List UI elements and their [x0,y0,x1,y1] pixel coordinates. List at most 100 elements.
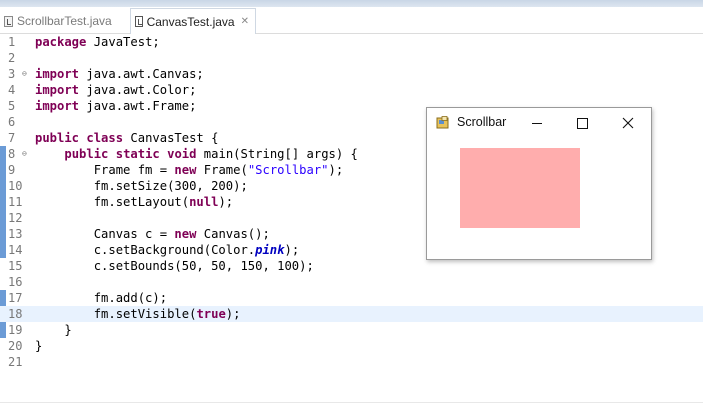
code-line[interactable]: 1 package JavaTest; [0,34,703,50]
code-text: fm.setVisible(true); [35,306,241,322]
code-text: fm.setSize(300, 200); [35,178,248,194]
fold-toggle-icon[interactable]: ⊖ [22,66,27,82]
tab-label: CanvasTest.java [146,14,235,29]
code-text: import java.awt.Color; [35,82,196,98]
editor-tab-bar: ScrollbarTest.java CanvasTest.java ✕ [0,7,703,34]
code-token: new [174,227,197,241]
code-line[interactable]: 2 [0,50,703,66]
tab-label: ScrollbarTest.java [17,14,112,28]
close-icon [622,117,634,129]
code-token: public [64,147,109,161]
code-token: c.setBounds(50, 50, 150, 100); [35,259,314,273]
line-number: 17 [8,291,23,305]
code-token: java.awt.Canvas; [79,67,204,81]
frame-window-scrollbar[interactable]: Scrollbar [426,107,652,260]
code-text: fm.setLayout(null); [35,194,233,210]
code-token: fm.setLayout( [35,195,190,209]
code-token: ); [328,163,344,177]
fold-toggle-icon[interactable]: ⊖ [22,146,27,162]
code-line[interactable]: 17 fm.add(c); [0,290,703,306]
window-title: Scrollbar [457,115,507,129]
code-line[interactable]: 3 ⊖ import java.awt.Canvas; [0,66,703,82]
code-line[interactable]: 20} [0,338,703,354]
line-number: 18 [8,307,23,321]
code-token: static [115,147,160,161]
line-number: 21 [8,355,23,369]
line-number: 16 [8,275,23,289]
code-token: Canvas c = [35,227,175,241]
code-text: import java.awt.Frame; [35,98,196,114]
java-frame-icon [436,116,449,129]
code-token: null [189,195,219,209]
code-token: fm.setSize(300, 200); [35,179,248,193]
close-window-button[interactable] [615,112,641,134]
code-token: java.awt.Frame; [79,99,197,113]
code-line[interactable]: 15 c.setBounds(50, 50, 150, 100); [0,258,703,274]
code-token: ); [225,307,241,321]
code-token: Frame fm = [35,163,175,177]
minimize-icon [532,123,542,124]
code-text: Canvas c = new Canvas(); [35,226,270,242]
line-number: 7 [8,131,16,145]
line-number: 20 [8,339,23,353]
frame-client-area [427,138,651,259]
code-token: pink [255,243,285,257]
line-number: 9 [8,163,16,177]
close-tab-icon[interactable]: ✕ [241,16,249,27]
line-number: 11 [8,195,23,209]
code-text: package JavaTest; [35,34,160,50]
code-token: Canvas(); [196,227,270,241]
code-token: package [35,35,87,49]
code-token: public [35,131,80,145]
window-top-border [0,0,703,7]
code-token: c.setBackground(Color. [35,243,256,257]
pink-canvas[interactable] [460,148,580,228]
code-token: fm.setVisible( [35,307,197,321]
code-line[interactable]: 16 [0,274,703,290]
line-number: 5 [8,99,16,113]
line-number: 4 [8,83,16,97]
code-token: Frame( [196,163,248,177]
code-text: import java.awt.Canvas; [35,66,204,82]
code-token: } [35,339,43,353]
code-token: "Scrollbar" [247,163,329,177]
window-title-bar[interactable]: Scrollbar [427,108,651,138]
minimize-button[interactable] [524,112,550,134]
code-token: ); [218,195,234,209]
editor-bottom-divider [0,402,703,403]
line-number: 6 [8,115,16,129]
code-text: c.setBackground(Color.pink); [35,242,299,258]
code-token: void [167,147,197,161]
java-file-icon [135,16,143,27]
line-number: 19 [8,323,23,337]
code-text: } [35,338,42,354]
code-text: } [35,322,71,338]
code-token: ); [284,243,300,257]
code-text: public class CanvasTest { [35,130,218,146]
code-text: public static void main(String[] args) { [35,146,358,162]
code-line[interactable]: 19 } [0,322,703,338]
code-token: fm.add(c); [35,291,168,305]
maximize-button[interactable] [569,112,595,134]
line-number: 1 [8,35,16,49]
line-number: 2 [8,51,16,65]
line-number: 10 [8,179,23,193]
code-line[interactable]: 18 fm.setVisible(true); [0,306,703,322]
code-token: new [174,163,197,177]
code-token: main(String[] args) { [196,147,358,161]
code-token: class [86,131,124,145]
code-token: import [35,99,80,113]
code-token: import [35,83,80,97]
tab-canvastest-java[interactable]: CanvasTest.java ✕ [130,8,256,34]
code-token: java.awt.Color; [79,83,197,97]
java-file-icon [4,15,13,27]
code-line[interactable]: 21 [0,354,703,370]
code-token: CanvasTest { [123,131,219,145]
code-line[interactable]: 4 import java.awt.Color; [0,82,703,98]
code-text: fm.add(c); [35,290,167,306]
tab-scrollbartest-java[interactable]: ScrollbarTest.java [0,9,128,33]
code-token: JavaTest; [86,35,160,49]
